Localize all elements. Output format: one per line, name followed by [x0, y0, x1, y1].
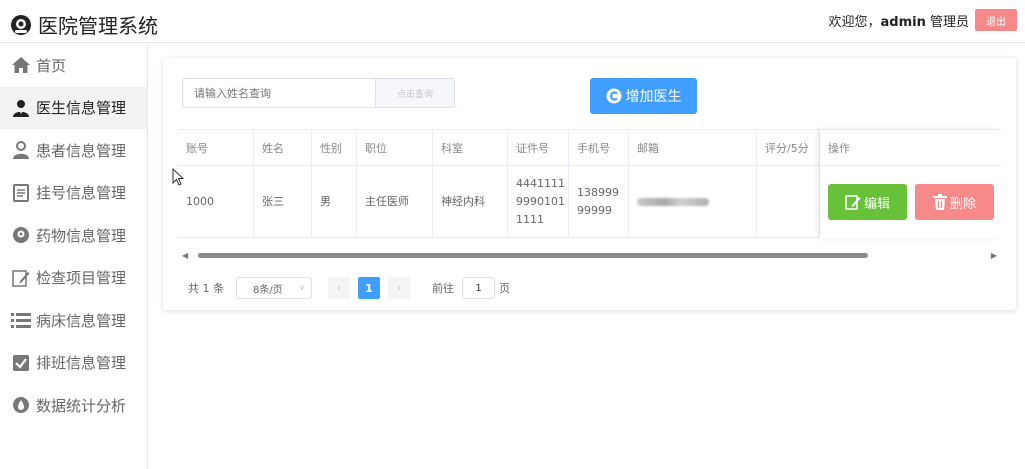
- sidebar-item-label: 数据统计分析: [36, 396, 127, 415]
- sidebar-item-schedule[interactable]: 排班信息管理: [0, 342, 147, 385]
- table-row: 1000 张三 男 主任医师 神经内科 444111199901011111 1…: [178, 166, 820, 238]
- home-icon: [11, 55, 31, 75]
- page-number-current[interactable]: 1: [358, 277, 380, 299]
- delete-label: 删除: [949, 196, 976, 212]
- edit-icon: [11, 268, 31, 288]
- search-input[interactable]: [182, 78, 375, 108]
- column-header: 职位: [357, 130, 433, 165]
- horizontal-scrollbar[interactable]: ◀ ▶: [178, 249, 1001, 261]
- sidebar-item-patient[interactable]: 患者信息管理: [0, 129, 147, 172]
- column-header: 账号: [178, 130, 254, 165]
- sidebar-item-home[interactable]: 首页: [0, 44, 147, 87]
- row-actions: 编辑 删除: [820, 166, 1001, 238]
- column-header: 评分/5分: [757, 130, 820, 165]
- next-page-button[interactable]: ›: [388, 277, 410, 299]
- scrollbar-thumb[interactable]: [198, 253, 868, 258]
- list-icon: [11, 310, 31, 330]
- edit-button[interactable]: 编辑: [828, 184, 907, 220]
- column-header: 科室: [433, 130, 508, 165]
- delete-button[interactable]: 删除: [915, 184, 994, 220]
- department-cell: 神经内科: [433, 166, 508, 237]
- position-cell: 主任医师: [357, 166, 433, 237]
- user-area: 欢迎您，admin 管理员 退出: [828, 9, 1017, 31]
- blurred-email: [637, 197, 709, 206]
- drop-icon: [11, 395, 31, 415]
- add-circle-icon: [606, 88, 621, 104]
- sidebar-menu: 首页 医生信息管理 患者信息管理 挂号信息管理 药物信息管理 检查项目管理 病床…: [0, 44, 148, 469]
- edit-icon: [845, 195, 861, 210]
- app-logo: 医院管理系统: [10, 10, 158, 39]
- main-content: 点击查询 增加医生 账号 姓名 性别 职位 科室 证件号 手机号 邮箱 评分/5…: [148, 44, 1025, 469]
- add-doctor-button[interactable]: 增加医生: [590, 78, 697, 114]
- pagination: 共 1 条 8条/页 ∨ ‹ 1 › 前往 1 页: [188, 276, 510, 300]
- sidebar-item-label: 药物信息管理: [36, 226, 127, 245]
- sidebar-item-label: 挂号信息管理: [36, 184, 127, 203]
- sidebar-item-bed[interactable]: 病床信息管理: [0, 299, 147, 342]
- logout-button[interactable]: 退出: [975, 9, 1017, 31]
- sidebar-item-medicine[interactable]: 药物信息管理: [0, 214, 147, 257]
- sidebar-item-label: 检查项目管理: [36, 269, 127, 288]
- goto-page-input[interactable]: 1: [462, 277, 495, 299]
- name-cell: 张三: [254, 166, 312, 237]
- sidebar-item-label: 首页: [36, 56, 67, 75]
- sidebar-item-label: 医生信息管理: [36, 99, 127, 118]
- top-header: 医院管理系统 欢迎您，admin 管理员 退出: [0, 0, 1025, 43]
- goto-label: 前往: [432, 282, 454, 295]
- table-header: 账号 姓名 性别 职位 科室 证件号 手机号 邮箱 评分/5分: [178, 130, 820, 166]
- add-doctor-label: 增加医生: [625, 89, 682, 105]
- sidebar-item-label: 病床信息管理: [36, 311, 127, 330]
- operations-column: 操作 编辑 删除: [820, 130, 1001, 238]
- column-header: 操作: [820, 130, 1001, 166]
- sidebar-item-label: 排班信息管理: [36, 354, 127, 373]
- document-icon: [11, 183, 31, 203]
- column-header: 手机号: [569, 130, 629, 165]
- sidebar-item-doctor[interactable]: 医生信息管理: [0, 86, 147, 129]
- total-count: 共 1 条: [188, 282, 224, 295]
- app-title: 医院管理系统: [38, 14, 158, 38]
- sidebar-item-label: 患者信息管理: [36, 141, 127, 160]
- prev-page-button[interactable]: ‹: [328, 277, 350, 299]
- sidebar-item-examination[interactable]: 检查项目管理: [0, 257, 147, 300]
- page-size-value: 8条/页: [253, 284, 283, 296]
- medicine-icon: [11, 225, 31, 245]
- welcome-text: 欢迎您，admin 管理员: [828, 11, 969, 30]
- user-role: 管理员: [929, 14, 969, 30]
- edit-label: 编辑: [863, 196, 890, 212]
- username: admin: [880, 14, 926, 30]
- rating-cell: [757, 166, 820, 237]
- gender-cell: 男: [312, 166, 357, 237]
- id-number-cell: 444111199901011111: [508, 166, 569, 237]
- sidebar-item-statistics[interactable]: 数据统计分析: [0, 384, 147, 427]
- chevron-down-icon: ∨: [299, 283, 305, 292]
- doctor-table: 账号 姓名 性别 职位 科室 证件号 手机号 邮箱 评分/5分 1000 张三 …: [178, 129, 1001, 239]
- goto-suffix: 页: [499, 282, 510, 295]
- search-button[interactable]: 点击查询: [375, 78, 455, 108]
- user-icon: [11, 140, 31, 160]
- phone: 13899999999: [577, 185, 619, 217]
- scroll-right-arrow-icon[interactable]: ▶: [991, 251, 997, 260]
- column-header: 姓名: [254, 130, 312, 165]
- page-size-select[interactable]: 8条/页 ∨: [236, 277, 312, 299]
- scroll-left-arrow-icon[interactable]: ◀: [182, 251, 188, 260]
- mouse-cursor-icon: [172, 168, 185, 186]
- checkbox-icon: [11, 353, 31, 373]
- email-cell: [629, 166, 757, 237]
- sidebar-item-registration[interactable]: 挂号信息管理: [0, 172, 147, 215]
- id-number: 444111199901011111: [516, 176, 565, 226]
- phone-cell: 13899999999: [569, 166, 629, 237]
- trash-icon: [932, 194, 947, 210]
- column-header: 性别: [312, 130, 357, 165]
- column-header: 证件号: [508, 130, 569, 165]
- doctor-card: 点击查询 增加医生 账号 姓名 性别 职位 科室 证件号 手机号 邮箱 评分/5…: [163, 58, 1016, 310]
- doctor-icon: [11, 98, 31, 118]
- column-header: 邮箱: [629, 130, 757, 165]
- hospital-logo-icon: [11, 14, 31, 35]
- account-cell: 1000: [178, 166, 254, 237]
- welcome-prefix: 欢迎您，: [828, 14, 881, 30]
